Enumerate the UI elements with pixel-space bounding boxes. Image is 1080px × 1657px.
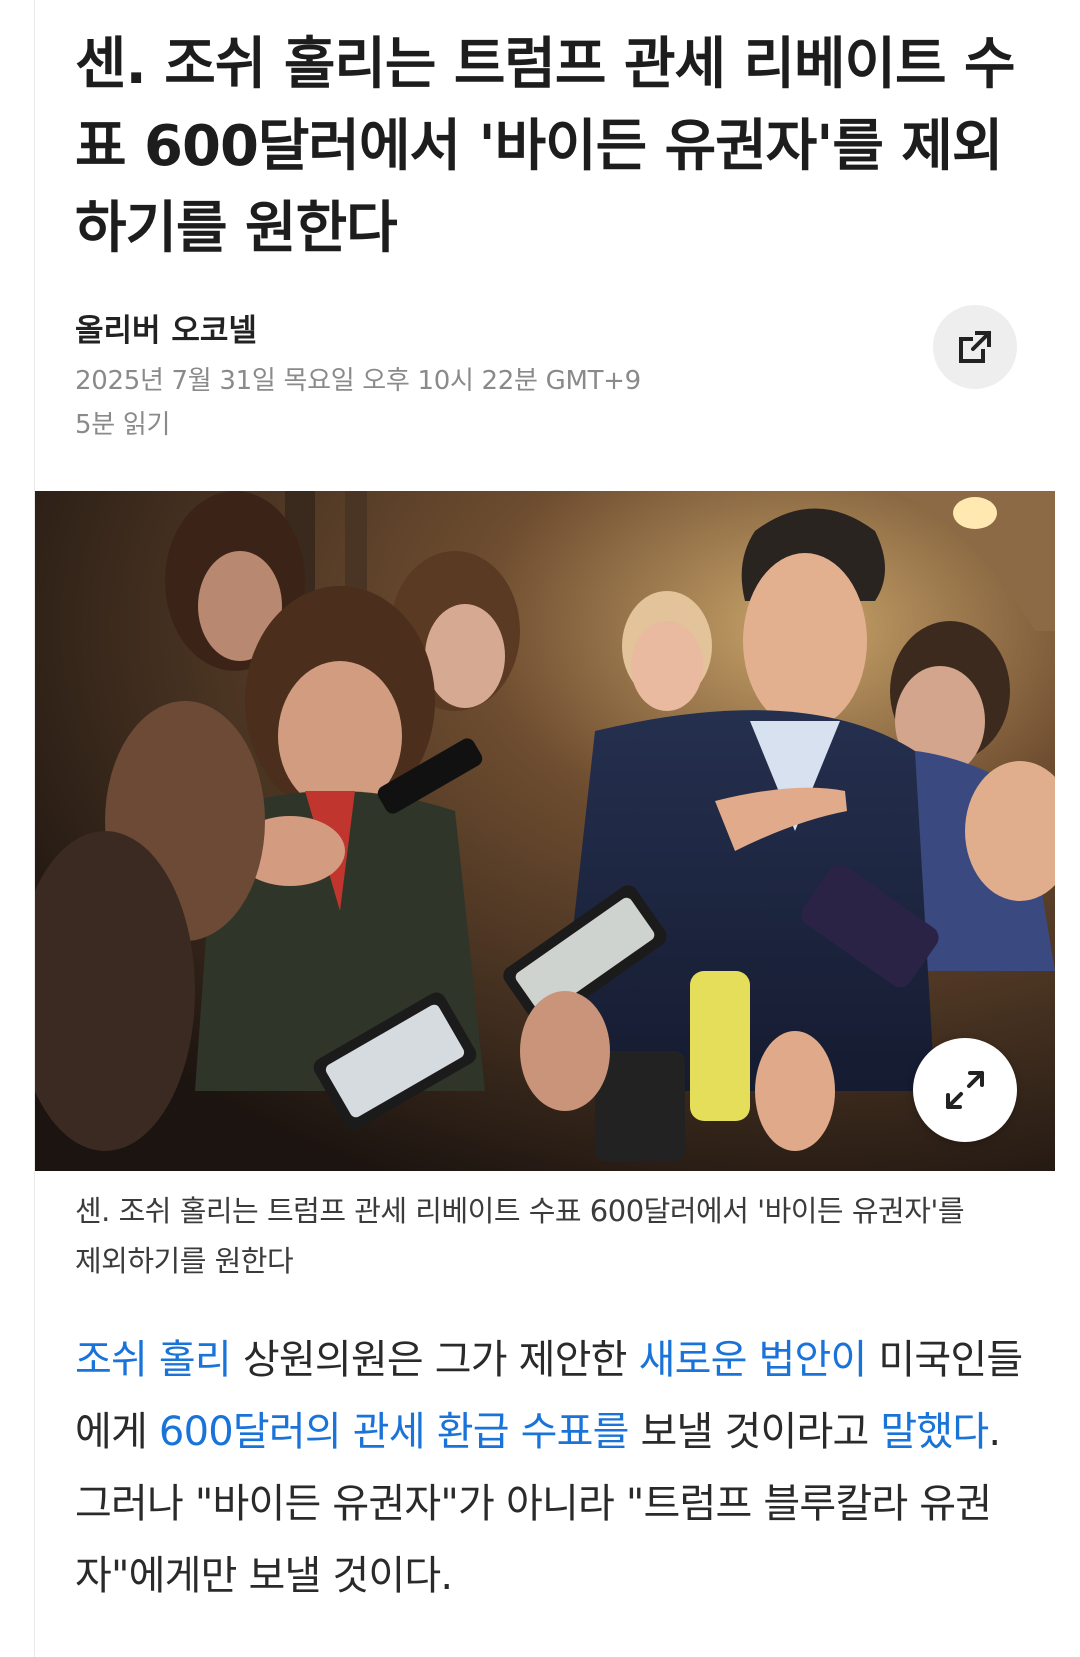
image-caption: 센. 조쉬 홀리는 트럼프 관세 리베이트 수표 600달러에서 '바이든 유권… — [75, 1194, 965, 1278]
body-text-1: 상원의원은 그가 제안한 — [230, 1337, 639, 1383]
link-josh-hawley[interactable]: 조쉬 홀리 — [75, 1337, 232, 1383]
body-text-3: 보낼 것이라고 — [628, 1409, 881, 1455]
link-tariff-rebate-checks[interactable]: 600달러의 관세 환급 수표를 — [159, 1409, 630, 1455]
link-new-bill[interactable]: 새로운 법안이 — [639, 1337, 868, 1383]
article-body-paragraph: 조쉬 홀리 상원의원은 그가 제안한 새로운 법안이 미국인들에게 600달러의… — [75, 1324, 1025, 1612]
share-button[interactable] — [933, 305, 1017, 389]
publish-date: 2025년 7월 31일 목요일 오후 10시 22분 GMT+9 — [75, 366, 641, 396]
article-photo[interactable] — [35, 491, 1055, 1171]
photo-illustration — [35, 491, 1055, 1171]
article-title: 센. 조쉬 홀리는 트럼프 관세 리베이트 수표 600달러에서 '바이든 유권… — [75, 32, 1016, 261]
expand-arrows-icon — [946, 1071, 984, 1109]
read-time: 5분 읽기 — [75, 410, 171, 440]
expand-image-button[interactable] — [913, 1038, 1017, 1142]
article-page: 센. 조쉬 홀리는 트럼프 관세 리베이트 수표 600달러에서 '바이든 유권… — [34, 0, 1055, 1657]
external-link-icon — [959, 331, 991, 363]
author-name[interactable]: 올리버 오코넬 — [75, 305, 257, 350]
link-said[interactable]: 말했다 — [880, 1409, 989, 1455]
